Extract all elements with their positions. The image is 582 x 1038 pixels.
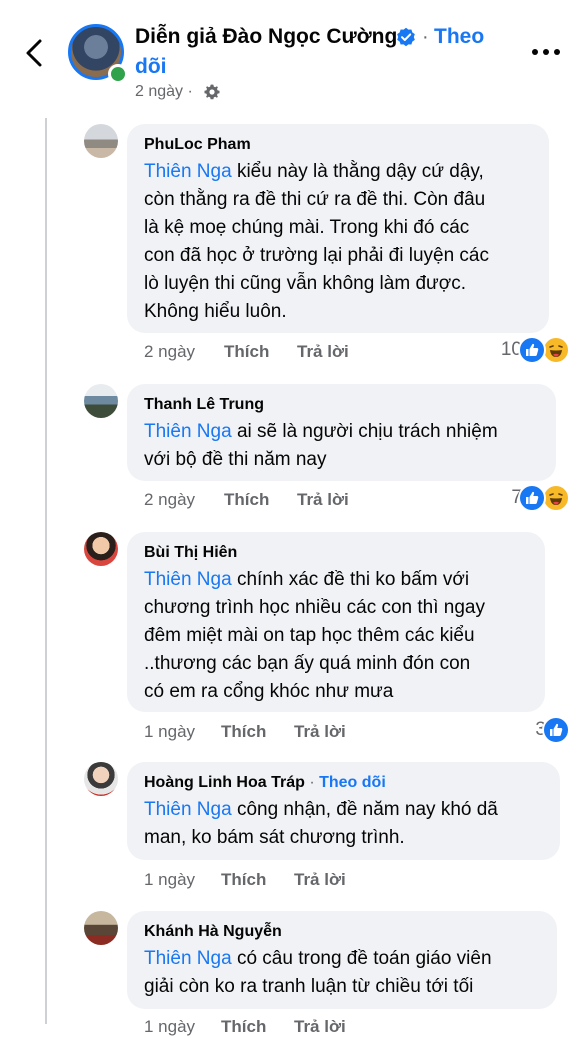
mention-link[interactable]: Thiên Nga: [144, 948, 232, 969]
commenter-avatar[interactable]: [84, 124, 118, 158]
mention-link[interactable]: Thiên Nga: [144, 799, 232, 820]
reply-button[interactable]: Trả lời: [294, 869, 346, 891]
gear-icon: [204, 84, 220, 100]
verified-badge-icon: [397, 27, 415, 47]
reaction-summary[interactable]: 3: [440, 716, 576, 744]
like-button[interactable]: Thích: [221, 721, 266, 743]
comment-text: Thiên Nga công nhận, đề năm nay khó dã m…: [144, 799, 498, 848]
thread-line: [45, 118, 47, 1024]
author-name[interactable]: Hoàng Linh Hoa Tráp: [144, 774, 305, 791]
mention-link[interactable]: Thiên Nga: [144, 161, 232, 182]
comment-text: Thiên Nga kiểu này là thằng dậy cứ dậy, …: [144, 161, 489, 322]
comment-bubble: Thanh Lê Trung Thiên Nga ai sẽ là người …: [127, 384, 556, 481]
mention-link[interactable]: Thiên Nga: [144, 569, 232, 590]
comment-time[interactable]: 1 ngày: [144, 1016, 195, 1038]
like-reaction-icon: [518, 336, 546, 364]
online-indicator: [108, 64, 128, 84]
page-avatar[interactable]: [68, 24, 128, 84]
like-button[interactable]: Thích: [224, 341, 269, 363]
author-separator: ·: [304, 774, 320, 791]
comment-bubble: PhuLoc Pham Thiên Nga kiểu này là thằng …: [127, 124, 549, 333]
follow-button[interactable]: Theo: [434, 24, 484, 50]
commenter-avatar[interactable]: [84, 762, 118, 796]
author-follow-link[interactable]: Theo dõi: [319, 774, 386, 791]
haha-reaction-icon: [542, 336, 570, 364]
reaction-summary[interactable]: 10: [440, 336, 576, 364]
chevron-left-icon[interactable]: [22, 38, 46, 68]
comment-bubble: Khánh Hà Nguyễn Thiên Nga có câu trong đ…: [127, 911, 557, 1009]
comment-text: Thiên Nga chính xác đề thi ko bấm với ch…: [144, 569, 485, 702]
name-separator: ·: [422, 26, 429, 48]
comment-author[interactable]: Thanh Lê Trung: [144, 394, 540, 416]
comment-author: Hoàng Linh Hoa Tráp · Theo dõi: [144, 772, 544, 794]
commenter-avatar[interactable]: [84, 384, 118, 418]
commenter-avatar[interactable]: [84, 532, 118, 566]
reply-button[interactable]: Trả lời: [297, 489, 349, 511]
comment-time[interactable]: 1 ngày: [144, 869, 195, 891]
comment-time[interactable]: 1 ngày: [144, 721, 195, 743]
more-horizontal-icon[interactable]: [530, 42, 562, 62]
like-button[interactable]: Thích: [221, 1016, 266, 1038]
page-name[interactable]: Diễn giả Đào Ngọc Cường: [135, 24, 397, 50]
post-header: Diễn giả Đào Ngọc Cường · Theo dõi 2 ngà…: [0, 0, 582, 112]
comment-author[interactable]: Bùi Thị Hiên: [144, 542, 529, 564]
comment-text: Thiên Nga ai sẽ là người chịu trách nhiệ…: [144, 421, 498, 470]
comment-bubble: Hoàng Linh Hoa Tráp · Theo dõi Thiên Nga…: [127, 762, 560, 860]
reaction-summary[interactable]: 7: [440, 484, 576, 512]
post-time[interactable]: 2 ngày ·: [135, 82, 193, 102]
comment-bubble: Bùi Thị Hiên Thiên Nga chính xác đề thi …: [127, 532, 545, 712]
comment-text: Thiên Nga có câu trong đề toán giáo viên…: [144, 948, 492, 997]
like-button[interactable]: Thích: [224, 489, 269, 511]
commenter-avatar[interactable]: [84, 911, 118, 945]
comment-author[interactable]: Khánh Hà Nguyễn: [144, 921, 541, 943]
reply-button[interactable]: Trả lời: [294, 721, 346, 743]
like-reaction-icon: [518, 484, 546, 512]
reply-button[interactable]: Trả lời: [294, 1016, 346, 1038]
like-reaction-icon: [542, 716, 570, 744]
follow-button-continued[interactable]: dõi: [135, 54, 167, 80]
reply-button[interactable]: Trả lời: [297, 341, 349, 363]
comment-author[interactable]: PhuLoc Pham: [144, 134, 533, 156]
like-button[interactable]: Thích: [221, 869, 266, 891]
comment-time[interactable]: 2 ngày: [144, 341, 195, 363]
comment-time[interactable]: 2 ngày: [144, 489, 195, 511]
haha-reaction-icon: [542, 484, 570, 512]
mention-link[interactable]: Thiên Nga: [144, 421, 232, 442]
